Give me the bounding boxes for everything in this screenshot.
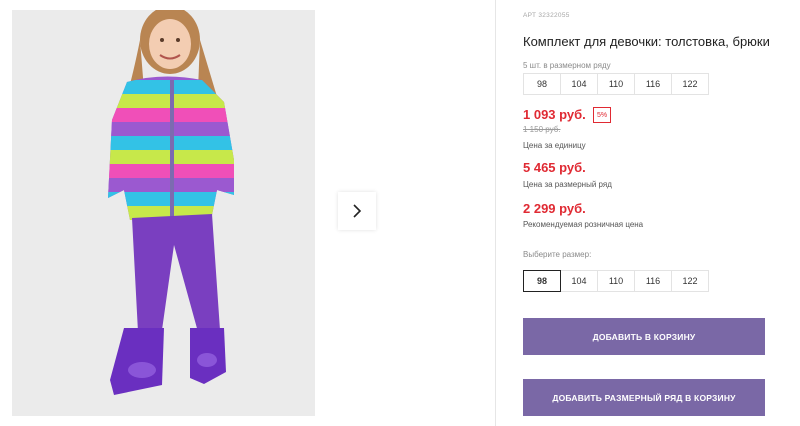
size-row-item: 110 (597, 73, 635, 95)
set-quantity-note: 5 шт. в размерном ряду (523, 61, 611, 70)
retail-price: 2 299 руб. (523, 201, 586, 216)
product-photo-illustration (12, 10, 315, 416)
size-row-item: 104 (560, 73, 598, 95)
retail-price-caption: Рекомендуемая розничная цена (523, 220, 644, 229)
size-selector: 98 104 110 116 122 (523, 270, 709, 292)
size-row-item: 98 (523, 73, 561, 95)
size-option-116[interactable]: 116 (634, 270, 672, 292)
discount-badge: 5% (593, 107, 611, 123)
size-row-display: 98 104 110 116 122 (523, 73, 709, 95)
size-option-110[interactable]: 110 (597, 270, 635, 292)
product-photo[interactable] (12, 10, 315, 416)
article-number: АРТ 32322055 (523, 12, 570, 19)
set-price-caption: Цена за размерный ряд (523, 180, 612, 189)
size-option-122[interactable]: 122 (671, 270, 709, 292)
size-option-98[interactable]: 98 (523, 270, 561, 292)
next-image-button[interactable] (338, 192, 376, 230)
unit-price: 1 093 руб. (523, 107, 586, 122)
add-size-set-to-cart-button[interactable]: ДОБАВИТЬ РАЗМЕРНЫЙ РЯД В КОРЗИНУ (523, 379, 765, 416)
add-to-cart-button[interactable]: ДОБАВИТЬ В КОРЗИНУ (523, 318, 765, 355)
size-row-item: 122 (671, 73, 709, 95)
size-row-item: 116 (634, 73, 672, 95)
size-option-104[interactable]: 104 (560, 270, 598, 292)
set-price: 5 465 руб. (523, 160, 586, 175)
size-select-label: Выберите размер: (523, 250, 592, 259)
old-price: 1 150 руб. (523, 125, 561, 134)
product-title: Комплект для девочки: толстовка, брюки (523, 34, 770, 49)
unit-price-caption: Цена за единицу (523, 141, 586, 150)
chevron-right-icon (353, 204, 362, 218)
product-gallery (0, 0, 496, 426)
